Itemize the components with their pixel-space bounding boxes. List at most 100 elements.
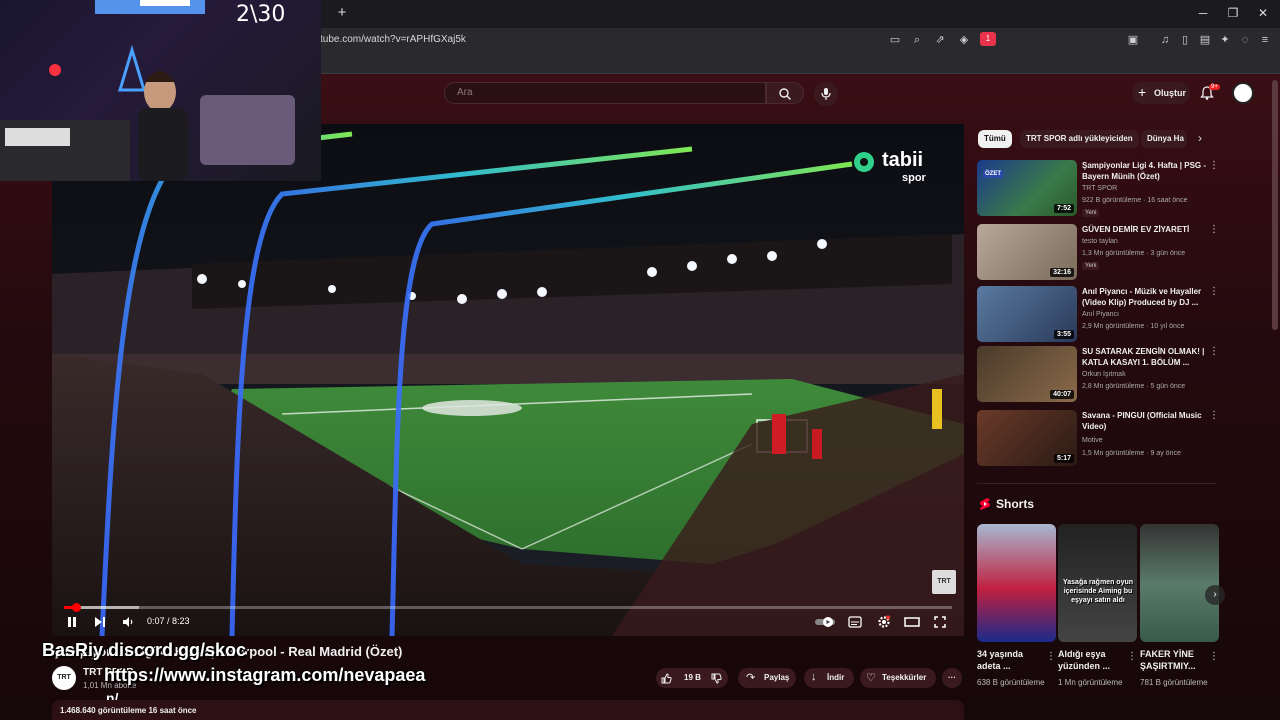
progress-bar[interactable] bbox=[64, 606, 952, 609]
rec-duration: 32:16 bbox=[1050, 268, 1074, 277]
page-scrollbar[interactable] bbox=[1272, 80, 1278, 330]
rec-thumb-label: ÖZET bbox=[983, 170, 1003, 178]
share-icon: ↷ bbox=[746, 672, 756, 684]
chips-next-icon[interactable]: › bbox=[1198, 131, 1202, 145]
stream-overlay-discord: BasRiy discord.gg/skoc bbox=[42, 640, 247, 660]
short-more-icon[interactable]: ⋮ bbox=[1127, 651, 1137, 662]
search-icon bbox=[779, 88, 791, 100]
close-window-button[interactable]: ✕ bbox=[1256, 6, 1270, 20]
rec-channel[interactable]: Orkun Işıtmak bbox=[1082, 371, 1126, 378]
search-input[interactable]: Ara bbox=[444, 82, 766, 104]
view-count-date: 1.468.640 görüntüleme 16 saat önce bbox=[60, 706, 197, 715]
rec-more-icon[interactable]: ⋮ bbox=[1209, 224, 1219, 235]
rec-thumbnail[interactable]: ÖZET 7:52 bbox=[977, 160, 1077, 216]
video-player[interactable]: tabii spor TRT 0:07 / 8:23 bbox=[52, 124, 964, 636]
description-box[interactable]: 1.468.640 görüntüleme 16 saat önce bbox=[52, 700, 964, 720]
rec-channel[interactable]: Motive bbox=[1082, 437, 1103, 444]
rec-new-badge: Yeni bbox=[1082, 262, 1100, 270]
reader-icon[interactable]: ▣ bbox=[1126, 33, 1140, 47]
shorts-next-button[interactable]: › bbox=[1205, 585, 1225, 605]
short-thumbnail[interactable] bbox=[977, 524, 1056, 642]
rec-more-icon[interactable]: ⋮ bbox=[1209, 286, 1219, 297]
new-tab-button[interactable]: + bbox=[334, 5, 350, 21]
restore-button[interactable]: ❐ bbox=[1226, 6, 1240, 20]
short-more-icon[interactable]: ⋮ bbox=[1046, 651, 1056, 662]
short-title[interactable]: 34 yaşında adeta ... bbox=[977, 648, 1047, 672]
rec-more-icon[interactable]: ⋮ bbox=[1209, 160, 1219, 171]
rewards-badge[interactable]: 1 bbox=[980, 32, 996, 46]
wallet-icon[interactable]: ▤ bbox=[1198, 33, 1212, 47]
rec-channel[interactable]: testo taylan bbox=[1082, 238, 1118, 245]
user-avatar[interactable] bbox=[1232, 82, 1254, 104]
like-count: 19 B bbox=[684, 673, 701, 682]
minimize-button[interactable]: ─ bbox=[1196, 6, 1210, 20]
voice-search-button[interactable] bbox=[814, 82, 838, 106]
search-placeholder: Ara bbox=[457, 87, 473, 98]
channel-avatar[interactable]: TRT bbox=[52, 666, 76, 690]
plus-icon: + bbox=[1138, 84, 1147, 100]
rec-title: SU SATARAK ZENGİN OLMAK! | KATLA KASAYI … bbox=[1082, 347, 1205, 367]
rec-channel[interactable]: Anıl Piyancı bbox=[1082, 311, 1119, 318]
rec-channel[interactable]: TRT SPOR bbox=[1082, 185, 1117, 192]
rec-title: Anıl Piyancı - Müzik ve Hayaller (Video … bbox=[1082, 287, 1202, 307]
rec-thumbnail[interactable]: 32:16 bbox=[977, 224, 1077, 280]
brave-shield-icon[interactable]: ◈ bbox=[957, 33, 971, 47]
theater-mode-icon[interactable] bbox=[904, 616, 920, 628]
sidebar-divider bbox=[977, 483, 1217, 484]
chip-world[interactable]: Dünya Ha bbox=[1141, 130, 1187, 148]
recommendation-item[interactable]: 40:07 SU SATARAK ZENGİN OLMAK! | KATLA K… bbox=[977, 346, 1219, 404]
rec-meta: 1,3 Mn görüntüleme · 3 gün önce bbox=[1082, 250, 1186, 257]
tabii-watermark: tabii bbox=[882, 149, 924, 171]
rec-meta: 2,8 Mn görüntüleme · 5 gün önce bbox=[1082, 383, 1186, 390]
short-title[interactable]: Aldığı eşya yüzünden ... bbox=[1058, 648, 1128, 672]
rec-thumbnail[interactable]: 40:07 bbox=[977, 346, 1077, 402]
rec-meta: 1,5 Mn görüntüleme · 9 ay önce bbox=[1082, 450, 1181, 457]
recommendation-item[interactable]: 5:17 Savana - PINGUI (Official Music Vid… bbox=[977, 410, 1219, 468]
rec-meta: 922 B görüntüleme · 16 saat önce bbox=[1082, 197, 1188, 204]
rec-title: Şampiyonlar Ligi 4. Hafta | PSG - Bayern… bbox=[1082, 161, 1207, 181]
webcam-scene bbox=[0, 0, 295, 181]
recommendation-item[interactable]: 3:55 Anıl Piyancı - Müzik ve Hayaller (V… bbox=[977, 286, 1219, 344]
tabii-sub-watermark: spor bbox=[902, 172, 926, 184]
recommendation-item[interactable]: 32:16 GÜVEN DEMİR EV ZİYARETİ testo tayl… bbox=[977, 224, 1219, 282]
short-title[interactable]: FAKER YİNE ŞAŞIRTMIY... bbox=[1140, 648, 1210, 672]
search-button[interactable] bbox=[766, 82, 804, 104]
next-video-icon[interactable] bbox=[94, 616, 106, 628]
rec-more-icon[interactable]: ⋮ bbox=[1209, 346, 1219, 357]
more-actions-button[interactable]: ··· bbox=[942, 668, 962, 688]
time-display: 0:07 / 8:23 bbox=[147, 616, 190, 626]
short-more-icon[interactable]: ⋮ bbox=[1209, 651, 1219, 662]
thumbs-up-icon bbox=[661, 673, 672, 684]
cast-icon[interactable]: ▭ bbox=[888, 33, 902, 47]
notification-badge: 9+ bbox=[1209, 84, 1220, 90]
short-views: 781 B görüntüleme bbox=[1140, 678, 1208, 687]
recommendation-item[interactable]: ÖZET 7:52 Şampiyonlar Ligi 4. Hafta | PS… bbox=[977, 160, 1219, 218]
zoom-icon[interactable]: ⌕ bbox=[910, 33, 924, 47]
rec-title: Savana - PINGUI (Official Music Video) bbox=[1082, 411, 1202, 431]
thumbs-down-icon[interactable] bbox=[711, 673, 722, 684]
sidebar-icon[interactable]: ▯ bbox=[1178, 33, 1192, 47]
chip-all[interactable]: Tümü bbox=[978, 130, 1012, 148]
short-thumbnail[interactable]: Yasağa rağmen oyun içerisinde Aiming bu … bbox=[1058, 524, 1137, 642]
share-page-icon[interactable]: ⇗ bbox=[933, 33, 947, 47]
url-text[interactable]: tube.com/watch?v=rAPHfGXaj5k bbox=[320, 34, 466, 45]
leo-ai-icon[interactable]: ✦ bbox=[1218, 33, 1232, 47]
subtitles-icon[interactable] bbox=[848, 616, 862, 628]
short-thumbnail[interactable] bbox=[1140, 524, 1219, 642]
rec-more-icon[interactable]: ⋮ bbox=[1209, 410, 1219, 421]
rec-meta: 2,9 Mn görüntüleme · 10 yıl önce bbox=[1082, 323, 1185, 330]
settings-gear-icon[interactable] bbox=[877, 615, 891, 629]
volume-icon[interactable] bbox=[122, 616, 134, 628]
shorts-heading: Shorts bbox=[996, 497, 1035, 511]
autoplay-toggle-icon[interactable] bbox=[814, 616, 836, 628]
rec-duration: 7:52 bbox=[1053, 204, 1074, 213]
rec-thumbnail[interactable]: 3:55 bbox=[977, 286, 1077, 342]
rec-thumbnail[interactable]: 5:17 bbox=[977, 410, 1077, 466]
menu-icon[interactable]: ≡ bbox=[1258, 33, 1272, 47]
pause-icon[interactable] bbox=[66, 616, 78, 628]
microphone-icon bbox=[821, 88, 831, 100]
chip-from-uploader[interactable]: TRT SPOR adlı yükleyiciden bbox=[1020, 130, 1139, 148]
vpn-icon[interactable]: ◌ bbox=[1238, 33, 1252, 47]
music-icon[interactable]: ♫ bbox=[1158, 33, 1172, 47]
fullscreen-icon[interactable] bbox=[934, 616, 946, 628]
